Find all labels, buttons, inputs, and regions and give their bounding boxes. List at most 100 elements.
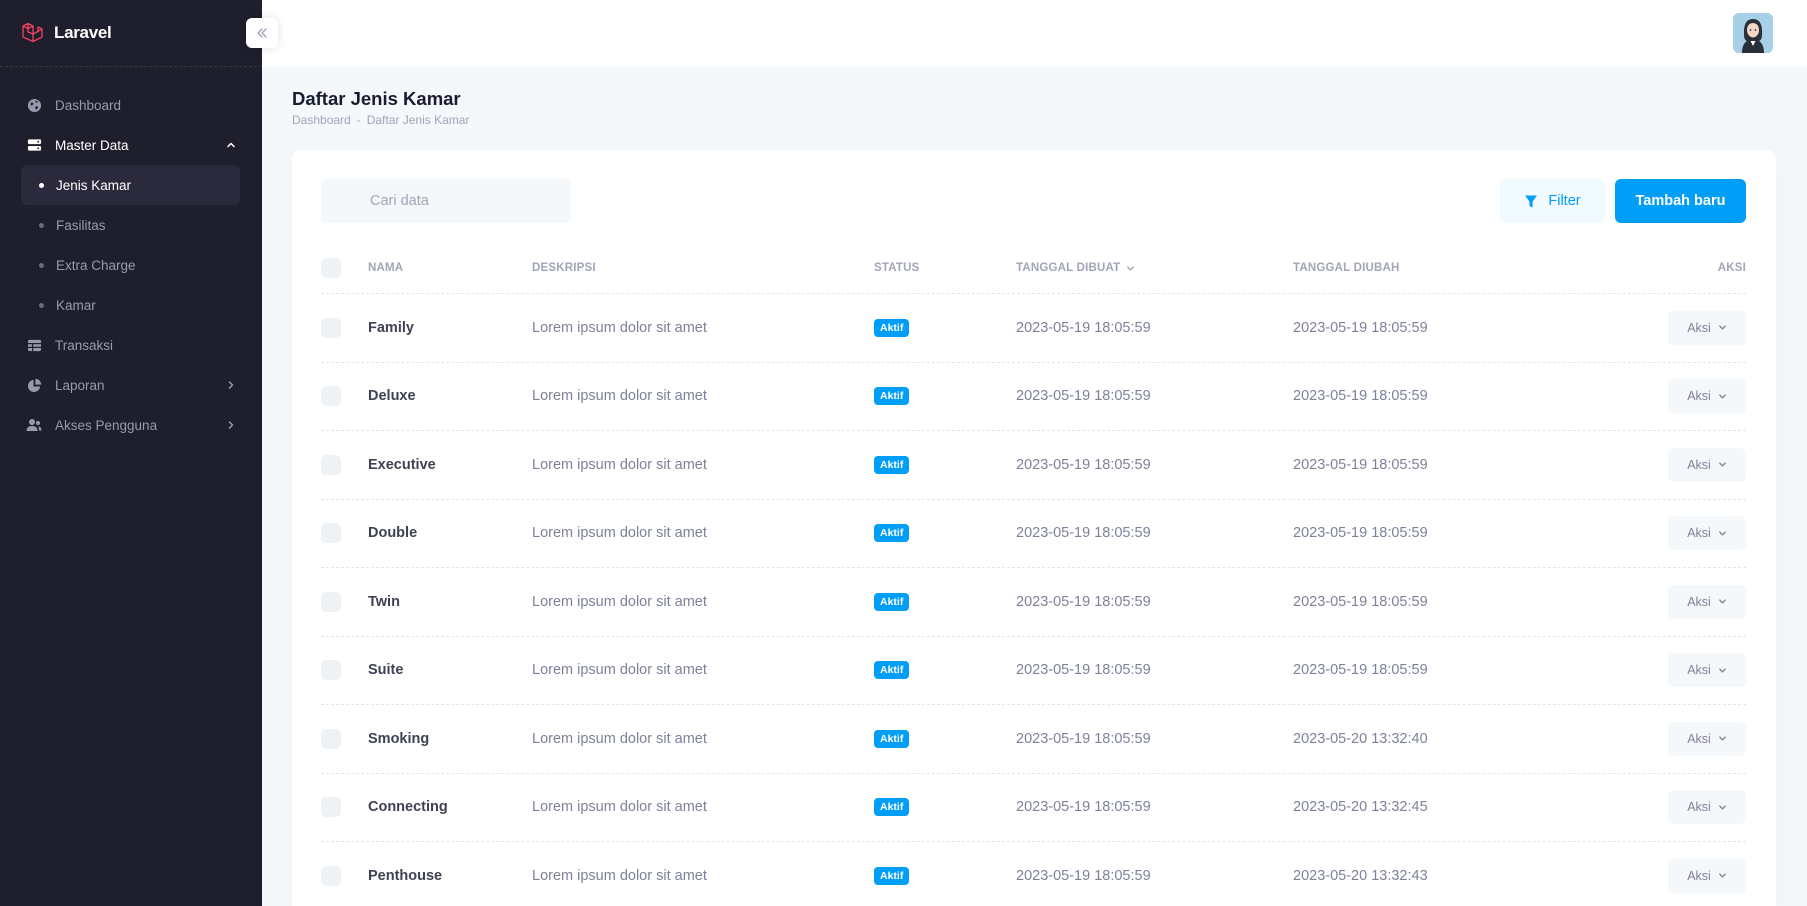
- bullet-icon: [39, 302, 44, 308]
- row-checkbox[interactable]: [321, 728, 341, 749]
- sidebar-item-label: Dashboard: [55, 97, 122, 113]
- table-row: Family Lorem ipsum dolor sit amet Aktif …: [321, 294, 1746, 363]
- user-avatar[interactable]: [1733, 13, 1773, 53]
- row-nama: Executive: [368, 456, 436, 473]
- aksi-button-label: Aksi: [1687, 594, 1711, 609]
- table-row: Executive Lorem ipsum dolor sit amet Akt…: [321, 431, 1746, 500]
- column-header-deskripsi[interactable]: Deskripsi: [532, 262, 874, 274]
- sidebar-subitem-label: Fasilitas: [56, 217, 106, 233]
- row-deskripsi: Lorem ipsum dolor sit amet: [532, 730, 707, 747]
- row-deskripsi: Lorem ipsum dolor sit amet: [532, 319, 707, 336]
- status-badge: Aktif: [874, 455, 910, 474]
- status-badge: Aktif: [874, 661, 910, 680]
- row-checkbox[interactable]: [321, 797, 341, 818]
- row-checkbox[interactable]: [321, 317, 341, 338]
- row-checkbox[interactable]: [321, 591, 341, 612]
- sidebar-toggle-button[interactable]: [246, 18, 278, 48]
- row-tanggal-dibuat: 2023-05-19 18:05:59: [1016, 525, 1151, 542]
- table-row: Suite Lorem ipsum dolor sit amet Aktif 2…: [321, 637, 1746, 705]
- chevron-right-icon: [225, 379, 237, 391]
- filter-button[interactable]: Filter: [1500, 179, 1605, 223]
- column-header-aksi: Aksi: [1717, 262, 1746, 274]
- laravel-logo-icon[interactable]: [20, 21, 44, 45]
- chevron-down-icon: [1718, 394, 1726, 399]
- column-header-nama[interactable]: Nama: [368, 262, 532, 274]
- row-aksi-button[interactable]: Aksi: [1668, 447, 1746, 482]
- status-badge: Aktif: [874, 798, 910, 817]
- data-table: Nama Deskripsi Status Tanggal Dibuat Tan…: [321, 243, 1746, 906]
- row-nama: Family: [368, 319, 414, 336]
- row-tanggal-diubah: 2023-05-20 13:32:43: [1293, 867, 1428, 884]
- row-tanggal-diubah: 2023-05-19 18:05:59: [1293, 593, 1428, 610]
- status-badge: Aktif: [874, 524, 910, 543]
- add-new-button[interactable]: Tambah baru: [1615, 179, 1746, 223]
- row-checkbox[interactable]: [321, 865, 341, 886]
- sidebar-subitem-label: Extra Charge: [56, 257, 136, 273]
- table-row: Connecting Lorem ipsum dolor sit amet Ak…: [321, 774, 1746, 842]
- server-icon: [26, 137, 42, 153]
- row-checkbox[interactable]: [321, 454, 341, 475]
- bullet-icon: [39, 222, 44, 228]
- row-aksi-button[interactable]: Aksi: [1668, 379, 1746, 414]
- sidebar-item-label: Transaksi: [55, 337, 114, 353]
- aksi-button-label: Aksi: [1687, 731, 1711, 746]
- sidebar-subitem-fasilitas[interactable]: Fasilitas: [21, 205, 240, 245]
- column-header-tanggal-dibuat[interactable]: Tanggal Dibuat: [1016, 262, 1293, 274]
- sidebar-item-transaksi[interactable]: Transaksi: [0, 325, 262, 365]
- row-tanggal-diubah: 2023-05-20 13:32:45: [1293, 799, 1428, 816]
- brand: Laravel: [0, 0, 278, 67]
- sidebar-item-label: Laporan: [55, 377, 105, 393]
- row-nama: Smoking: [368, 730, 430, 747]
- row-tanggal-dibuat: 2023-05-19 18:05:59: [1016, 456, 1151, 473]
- chevron-down-icon: [1718, 736, 1726, 741]
- sidebar-item-laporan[interactable]: Laporan: [0, 365, 262, 405]
- row-deskripsi: Lorem ipsum dolor sit amet: [532, 525, 707, 542]
- table-body: Family Lorem ipsum dolor sit amet Aktif …: [321, 294, 1746, 906]
- select-all-checkbox[interactable]: [321, 258, 341, 278]
- row-aksi-button[interactable]: Aksi: [1668, 310, 1746, 345]
- table-row: Smoking Lorem ipsum dolor sit amet Aktif…: [321, 705, 1746, 774]
- row-tanggal-dibuat: 2023-05-19 18:05:59: [1016, 388, 1151, 405]
- sidebar-subitem-jenis-kamar[interactable]: Jenis Kamar: [21, 165, 240, 205]
- aksi-button-label: Aksi: [1687, 389, 1711, 404]
- chevron-down-icon: [1718, 668, 1726, 673]
- row-aksi-button[interactable]: Aksi: [1668, 584, 1746, 619]
- status-badge: Aktif: [874, 318, 910, 337]
- column-header-status[interactable]: Status: [874, 262, 1016, 274]
- sidebar-item-master-data[interactable]: Master Data: [0, 125, 262, 165]
- column-header-label: Tanggal Dibuat: [1016, 262, 1121, 274]
- row-aksi-button[interactable]: Aksi: [1668, 721, 1746, 756]
- brand-name[interactable]: Laravel: [54, 23, 112, 43]
- breadcrumb-dashboard-link[interactable]: Dashboard: [292, 113, 351, 127]
- sidebar-item-dashboard[interactable]: Dashboard: [0, 85, 262, 125]
- data-card: Filter Tambah baru Nama Deskripsi Status…: [292, 150, 1776, 906]
- status-badge: Aktif: [874, 387, 910, 406]
- row-checkbox[interactable]: [321, 523, 341, 544]
- chevron-down-icon: [1718, 599, 1726, 604]
- row-aksi-button[interactable]: Aksi: [1668, 790, 1746, 825]
- row-nama: Penthouse: [368, 867, 443, 884]
- table-row: Twin Lorem ipsum dolor sit amet Aktif 20…: [321, 568, 1746, 637]
- breadcrumb: Dashboard - Daftar Jenis Kamar: [292, 113, 469, 127]
- column-header-tanggal-diubah[interactable]: Tanggal Diubah: [1293, 262, 1593, 274]
- add-new-button-label: Tambah baru: [1635, 193, 1726, 209]
- sidebar-item-akses-pengguna[interactable]: Akses Pengguna: [0, 405, 262, 445]
- filter-icon: [1525, 195, 1538, 207]
- row-aksi-button[interactable]: Aksi: [1668, 858, 1746, 893]
- chevron-up-icon: [225, 139, 237, 151]
- row-nama: Double: [368, 525, 418, 542]
- row-deskripsi: Lorem ipsum dolor sit amet: [532, 662, 707, 679]
- bullet-icon: [39, 262, 44, 268]
- sort-chevron-down-icon: [1127, 265, 1135, 271]
- sidebar-subitem-kamar[interactable]: Kamar: [21, 285, 240, 325]
- chevron-down-icon: [1718, 531, 1726, 536]
- row-checkbox[interactable]: [321, 386, 341, 407]
- sidebar-subitem-extra-charge[interactable]: Extra Charge: [21, 245, 240, 285]
- breadcrumb-separator: -: [356, 113, 361, 127]
- row-checkbox[interactable]: [321, 660, 341, 681]
- row-aksi-button[interactable]: Aksi: [1668, 516, 1746, 551]
- row-aksi-button[interactable]: Aksi: [1668, 653, 1746, 688]
- row-deskripsi: Lorem ipsum dolor sit amet: [532, 456, 707, 473]
- row-tanggal-dibuat: 2023-05-19 18:05:59: [1016, 662, 1151, 679]
- search-input[interactable]: [321, 179, 571, 223]
